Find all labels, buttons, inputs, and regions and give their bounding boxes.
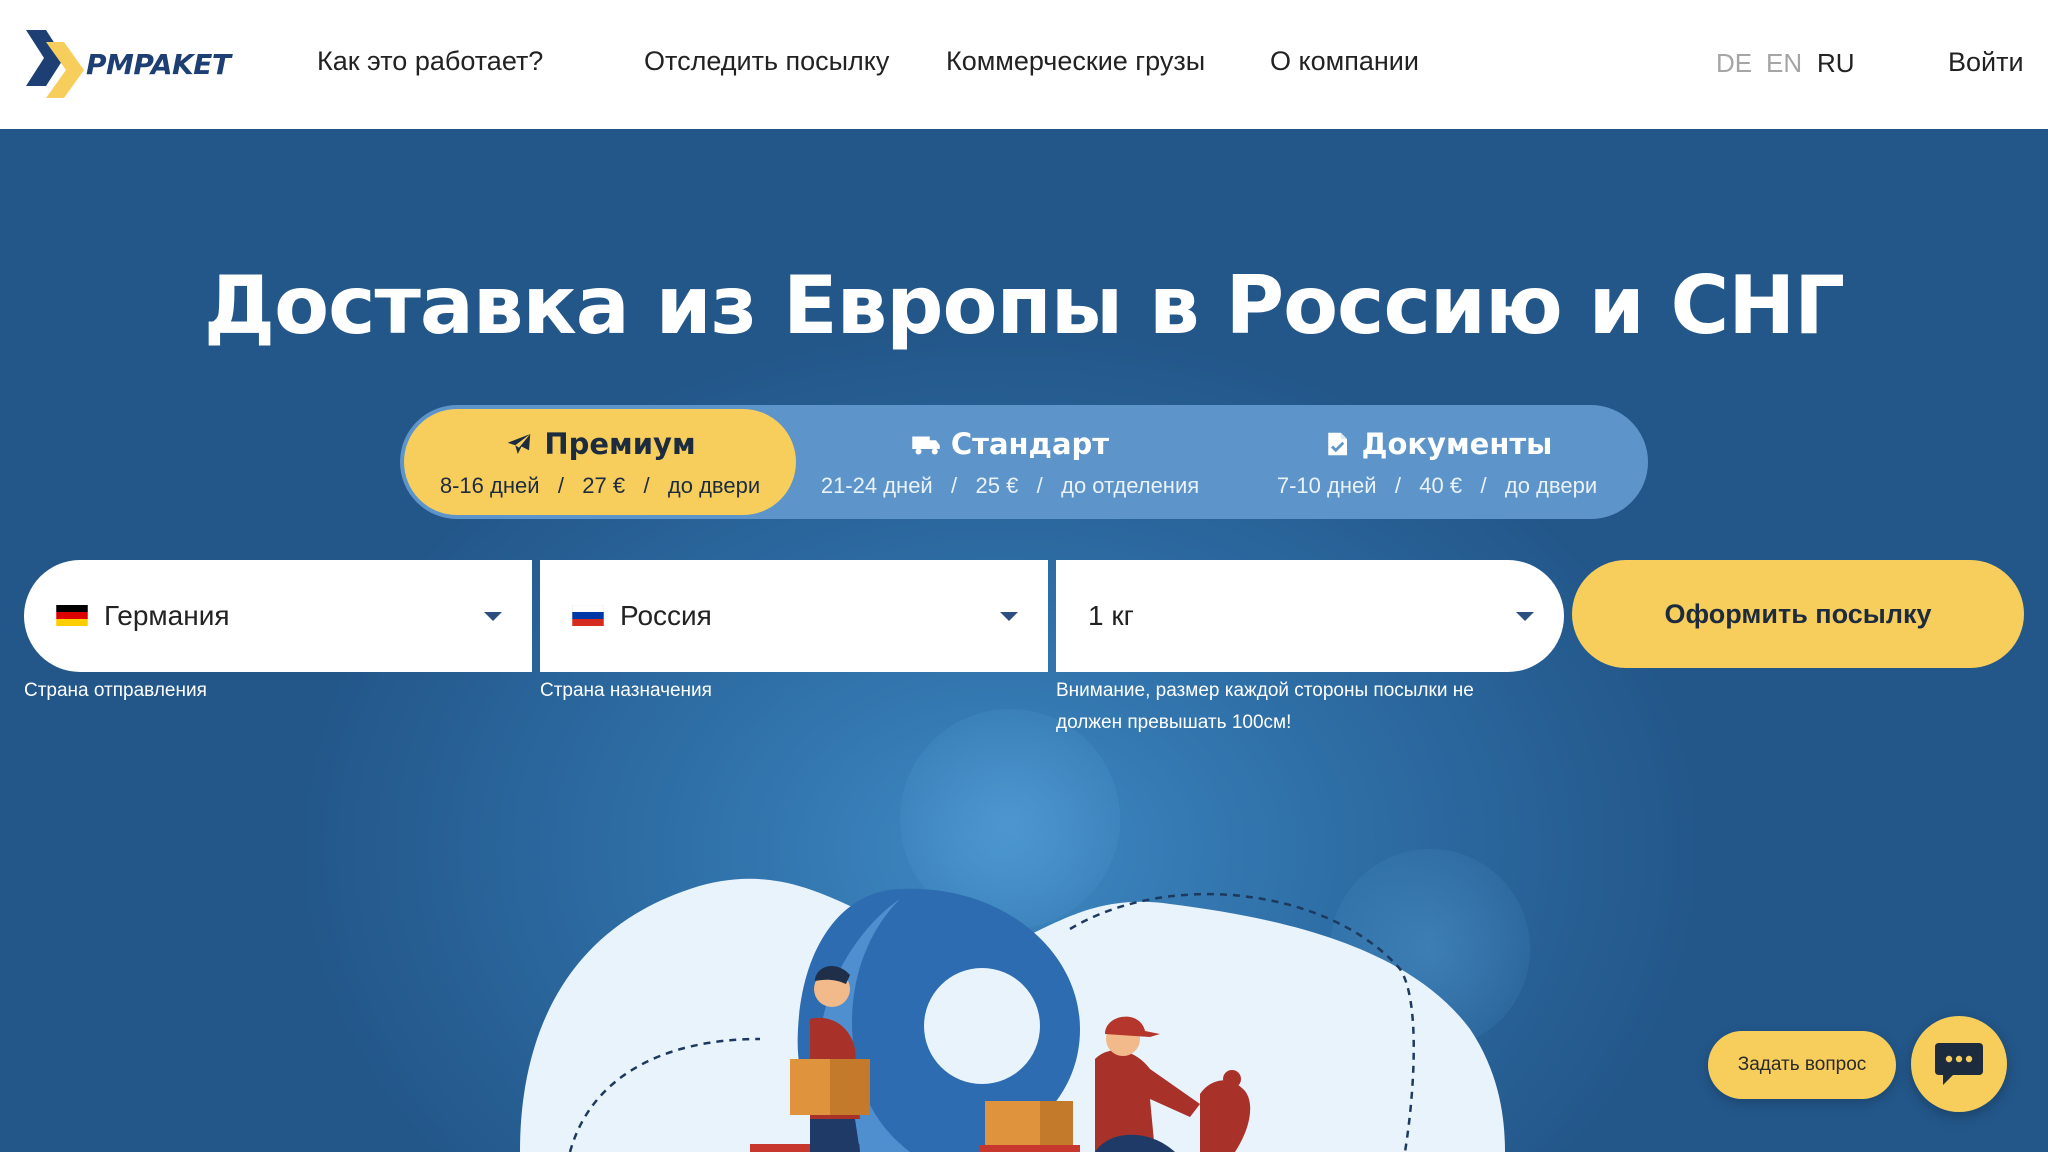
login-link[interactable]: Войти (1948, 47, 2024, 78)
nav-track-parcel[interactable]: Отследить посылку (644, 46, 889, 77)
logo[interactable]: PMPAKET (24, 30, 234, 98)
document-icon (1327, 432, 1347, 456)
russia-flag-icon (572, 605, 604, 626)
nav-how-it-works[interactable]: Как это работает? (317, 46, 543, 77)
airplane-icon (508, 434, 531, 454)
tab-standard-subtitle: 21-24 дней / 25 € / до отделения (820, 473, 1200, 498)
lang-ru[interactable]: RU (1817, 48, 1855, 79)
nav-commercial-cargo[interactable]: Коммерческие грузы (946, 46, 1205, 77)
tab-premium-subtitle: 8-16 дней / 27 € / до двери (439, 473, 761, 498)
tab-standard[interactable]: Стандарт 21-24 дней / 25 € / до отделени… (800, 409, 1220, 515)
ask-question-button[interactable]: Задать вопрос (1708, 1031, 1896, 1099)
hero-section: Доставка из Европы в Россию и СНГ Премиу… (0, 129, 2048, 1152)
logo-text: PMPAKET (86, 47, 231, 81)
origin-caption: Страна отправления (24, 680, 207, 701)
origin-country-select[interactable]: Германия (24, 560, 532, 672)
origin-country-value: Германия (104, 600, 230, 631)
nav-about-company[interactable]: О компании (1270, 46, 1419, 77)
lang-de[interactable]: DE (1716, 48, 1752, 79)
tab-documents-subtitle: 7-10 дней / 40 € / до двери (1276, 473, 1598, 498)
hero-title: Доставка из Европы в Россию и СНГ (203, 259, 1845, 352)
delivery-type-tabs: Премиум 8-16 дней / 27 € / до двери Стан… (400, 405, 1648, 519)
weight-value: 1 кг (1088, 600, 1134, 631)
chat-bubble-icon (1935, 1043, 1983, 1085)
logo-chevron-icon (26, 30, 84, 98)
create-parcel-button[interactable]: Оформить посылку (1572, 560, 2024, 668)
chevron-down-icon (1000, 612, 1018, 621)
truck-icon (912, 436, 940, 455)
destination-country-select[interactable]: Россия (540, 560, 1048, 672)
tab-premium-title: Премиум (544, 427, 696, 461)
tab-documents-title: Документы (1361, 427, 1553, 461)
weight-warning-caption: Внимание, размер каждой стороны посылки … (1056, 680, 1474, 733)
site-header: PMPAKET Как это работает? Отследить посы… (0, 0, 2048, 129)
chevron-down-icon (1516, 612, 1534, 621)
chat-open-button[interactable] (1911, 1016, 2007, 1112)
tab-documents[interactable]: Документы 7-10 дней / 40 € / до двери (1230, 409, 1644, 515)
chevron-down-icon (484, 612, 502, 621)
weight-select[interactable]: 1 кг (1056, 560, 1564, 672)
germany-flag-icon (56, 605, 88, 626)
destination-country-value: Россия (620, 600, 712, 631)
destination-caption: Страна назначения (540, 680, 712, 701)
delivery-illustration (520, 878, 1505, 1152)
tab-standard-title: Стандарт (950, 427, 1110, 461)
lang-en[interactable]: EN (1766, 48, 1802, 79)
tab-premium[interactable]: Премиум 8-16 дней / 27 € / до двери (404, 409, 796, 515)
